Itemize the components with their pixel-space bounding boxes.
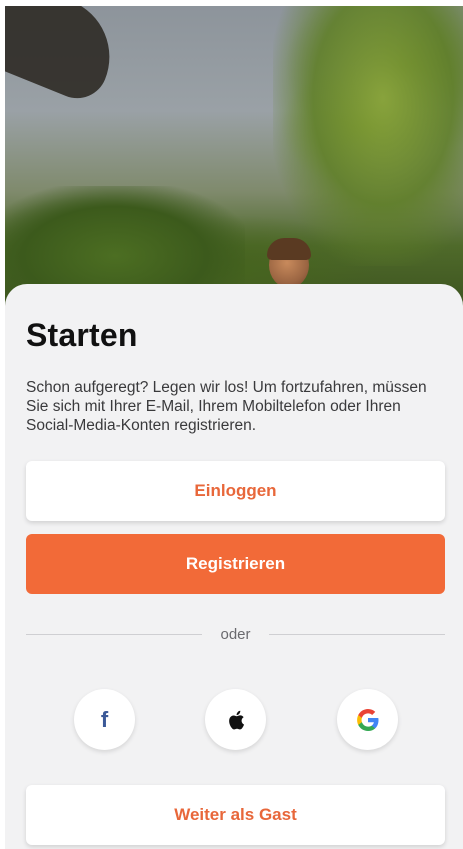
divider-line-right: [268, 633, 445, 635]
divider-line-left: [26, 633, 203, 635]
hero-foliage: [273, 6, 463, 266]
facebook-login-button[interactable]: f: [74, 689, 135, 750]
google-login-button[interactable]: [337, 689, 398, 750]
apple-icon: [228, 710, 244, 729]
divider-label: oder: [220, 625, 251, 643]
hero-leaf: [5, 6, 128, 108]
auth-sheet: Starten Schon aufgeregt? Legen wir los! …: [5, 284, 463, 849]
register-button[interactable]: Registrieren: [26, 534, 445, 594]
page-subtitle: Schon aufgeregt? Legen wir los! Um fortz…: [26, 379, 427, 434]
apple-login-button[interactable]: [205, 689, 266, 750]
google-icon: [356, 708, 378, 731]
page-title: Starten: [26, 317, 138, 353]
hero-person-hair: [267, 238, 311, 260]
or-divider: oder: [26, 624, 445, 644]
hero-image: [5, 6, 463, 306]
onboarding-screen: Starten Schon aufgeregt? Legen wir los! …: [0, 0, 463, 849]
login-button[interactable]: Einloggen: [26, 461, 445, 521]
guest-button[interactable]: Weiter als Gast: [26, 785, 445, 845]
facebook-icon: f: [100, 706, 109, 732]
